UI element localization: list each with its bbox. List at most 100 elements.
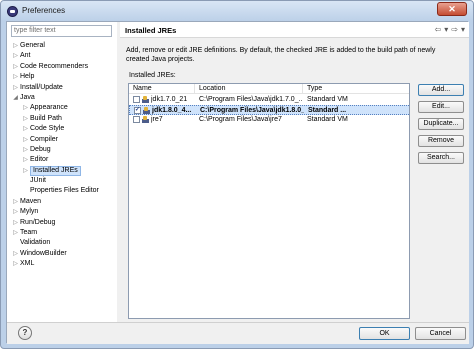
collapsed-arrow-icon[interactable]: ▷ [22,166,29,176]
tree-item[interactable]: ▷ Team [7,228,117,238]
tree-item[interactable]: ▷ Ant [7,51,117,61]
tree-item-label: Install/Update [20,83,63,91]
tree-item[interactable]: ▷ Build Path [7,114,117,124]
cell-name: jdk1.7.0_21 [151,96,188,103]
tree-item[interactable]: ▷ WindowBuilder [7,249,117,259]
table-row[interactable]: jdk1.7.0_21 C:\Program Files\Java\jdk1.7.… [129,95,409,105]
tree-item[interactable]: ◢ Java [7,93,117,103]
tree-item[interactable]: ▷ Maven [7,197,117,207]
page-navigation: ⇦ ▾ ⇨ ▾ [432,25,465,34]
collapsed-arrow-icon[interactable]: ▷ [22,155,29,165]
search-button[interactable]: Search... [418,152,464,164]
installed-jres-label: Installed JREs: [129,72,176,79]
tree-item[interactable]: ▷ Debug [7,145,117,155]
tree-item[interactable]: Properties Files Editor [7,186,117,196]
tree-item[interactable]: ▷ Mylyn [7,207,117,217]
edit-button[interactable]: Edit... [418,101,464,113]
tree-item-label: Java [20,93,35,101]
dialog-body: type filter text ▷ General ▷ Ant ▷ Code Recom… [6,21,469,344]
remove-button[interactable]: Remove [418,135,464,147]
tree-item-label: Build Path [30,114,62,122]
collapsed-arrow-icon[interactable]: ▷ [22,135,29,145]
collapsed-arrow-icon[interactable]: ▷ [12,218,19,228]
collapsed-arrow-icon[interactable]: ▷ [22,103,29,113]
tree-item[interactable]: ▷ Compiler [7,135,117,145]
ok-button[interactable]: OK [359,327,410,340]
collapsed-arrow-icon[interactable]: ▷ [12,197,19,207]
column-header-location[interactable]: Location [195,84,303,94]
add-button[interactable]: Add... [418,84,464,96]
window-title: Preferences [22,6,66,15]
tree-item-label: Editor [30,156,49,164]
jre-library-icon [142,116,149,123]
tree-item[interactable]: JUnit [7,176,117,186]
collapsed-arrow-icon[interactable]: ▷ [12,83,19,93]
collapsed-arrow-icon[interactable]: ▷ [22,114,29,124]
tree-item[interactable]: ▷ Editor [7,155,117,165]
tree-item-label: Ant [20,52,31,60]
tree-item-label: Appearance [30,104,68,112]
eclipse-icon [7,6,18,17]
tree-item-label: General [20,42,45,49]
tree-item-label: XML [20,260,35,268]
forward-menu-chevron-icon[interactable]: ▾ [461,25,465,34]
jre-library-icon [143,107,150,114]
collapsed-arrow-icon[interactable]: ▷ [12,51,19,61]
tree-item-label: Compiler [30,135,59,143]
filter-input[interactable]: type filter text [11,25,112,37]
default-jre-checkbox[interactable] [133,96,140,103]
installed-jres-page: Installed JREs ⇦ ▾ ⇨ ▾ Add, remove or edit … [120,22,469,322]
title-bar: Preferences ✕ [1,1,473,21]
tree-item[interactable]: ▷ XML [7,259,117,269]
tree-item[interactable]: ▷ Code Recommenders [7,62,117,72]
page-description: Add, remove or edit JRE definitions. By … [126,47,436,63]
table-row[interactable]: ✓ jdk1.8.0_4... C:\Program Files\Java\jdk1… [129,105,409,115]
tree-item-label: Help [20,73,35,81]
column-header-type[interactable]: Type [303,84,409,94]
cell-name: jre7 [151,116,163,123]
collapsed-arrow-icon[interactable]: ▷ [22,124,29,134]
tree-item[interactable]: ▷ Install/Update [7,83,117,93]
tree-item-label: JUnit [30,177,46,185]
cell-type: Standard VM [307,96,348,103]
tree-item-label: Team [20,229,38,237]
tree-item[interactable]: ▷ Installed JREs [7,165,117,177]
collapsed-arrow-icon[interactable]: ▷ [12,259,19,269]
page-title: Installed JREs [125,26,177,35]
jre-library-icon [142,96,149,103]
preferences-tree-pane: type filter text ▷ General ▷ Ant ▷ Code Recom… [7,22,117,322]
tree-item[interactable]: ▷ Help [7,72,117,82]
tree-item[interactable]: Validation [7,238,117,248]
back-menu-chevron-icon[interactable]: ▾ [444,25,448,34]
back-arrow-icon[interactable]: ⇦ [435,25,442,34]
tree-item[interactable]: ▷ General [7,41,117,51]
tree-item-label: WindowBuilder [20,249,67,257]
tree-item-label: Code Recommenders [20,62,89,70]
expanded-arrow-icon[interactable]: ◢ [12,93,19,103]
jres-table: Name Location Type jdk1.7.0_21 C:\Program… [128,83,410,319]
tree-item[interactable]: ▷ Code Style [7,124,117,134]
duplicate-button[interactable]: Duplicate... [418,118,464,130]
tree-item[interactable]: ▷ Run/Debug [7,218,117,228]
table-row[interactable]: jre7 C:\Program Files\Java\jre7 Standard V… [129,115,409,125]
close-button[interactable]: ✕ [437,2,467,16]
collapsed-arrow-icon[interactable]: ▷ [12,207,19,217]
collapsed-arrow-icon[interactable]: ▷ [12,249,19,259]
collapsed-arrow-icon[interactable]: ▷ [22,145,29,155]
cancel-button[interactable]: Cancel [415,327,466,340]
column-header-name[interactable]: Name [129,84,195,94]
tree-item[interactable]: ▷ Appearance [7,103,117,113]
tree-item-label: Properties Files Editor [30,187,99,195]
collapsed-arrow-icon[interactable]: ▷ [12,72,19,82]
cell-type: Standard VM [307,116,348,123]
collapsed-arrow-icon[interactable]: ▷ [12,62,19,72]
table-header: Name Location Type [129,84,409,94]
tree-item-label: Debug [30,145,51,153]
default-jre-checkbox[interactable] [133,116,140,123]
help-icon[interactable]: ? [18,326,32,340]
tree-item-label: Maven [20,197,42,205]
forward-arrow-icon[interactable]: ⇨ [451,25,458,34]
collapsed-arrow-icon[interactable]: ▷ [12,228,19,238]
default-jre-checkbox[interactable]: ✓ [134,107,141,114]
collapsed-arrow-icon[interactable]: ▷ [12,41,19,51]
